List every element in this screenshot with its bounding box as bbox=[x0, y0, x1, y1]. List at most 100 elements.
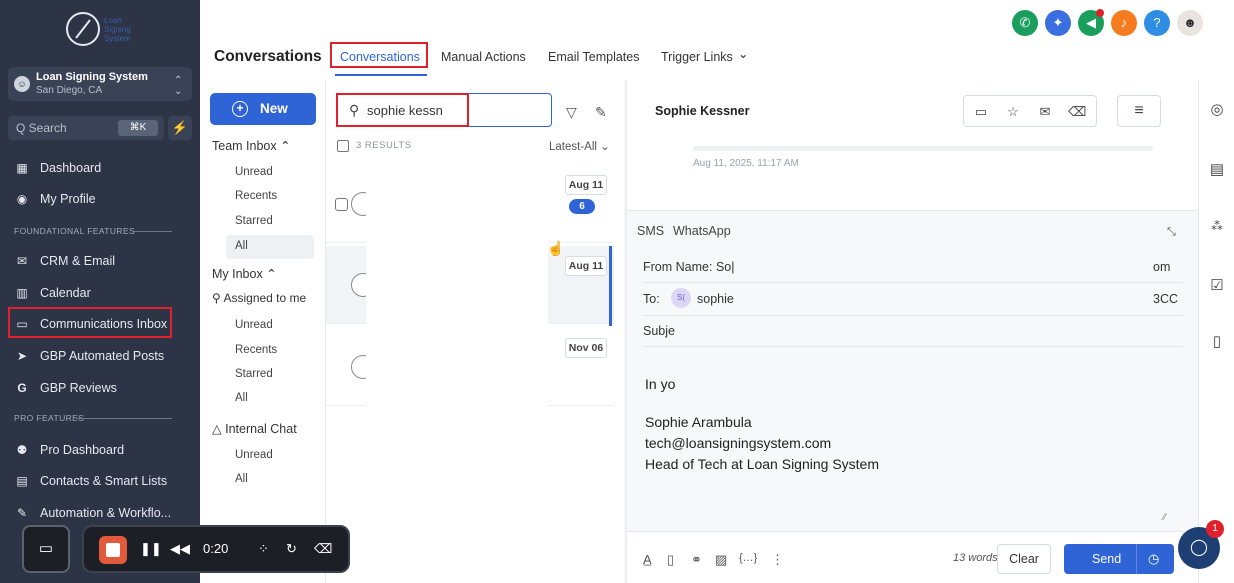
sidebar-item-gbp-reviews[interactable]: G GBP Reviews bbox=[8, 373, 192, 403]
team-unread[interactable]: Unread bbox=[235, 166, 273, 178]
trash-icon[interactable]: ⌫ bbox=[1068, 103, 1086, 121]
contact-name: Sophie Kessner bbox=[655, 104, 750, 118]
right-rail: ◎ ▤ ⁂ ☑ ▯ bbox=[1198, 80, 1234, 583]
sort-select[interactable]: Latest-All ⌄ bbox=[549, 139, 610, 153]
sidebar-item-automation[interactable]: ✎ Automation & Workflo... bbox=[8, 498, 192, 528]
bell-icon[interactable]: ♪ bbox=[1111, 10, 1137, 36]
phone-icon[interactable]: ✆ bbox=[1012, 10, 1038, 36]
inbox-nav: + New Team Inbox ⌃ Unread Recents Starre… bbox=[200, 80, 326, 583]
mail-icon[interactable]: ✉ bbox=[1036, 103, 1054, 121]
sidebar-item-label: Pro Dashboard bbox=[40, 443, 125, 457]
code-icon[interactable]: {…} bbox=[739, 552, 757, 564]
my-recents[interactable]: Recents bbox=[235, 344, 277, 356]
channel-sms[interactable]: SMS bbox=[637, 224, 664, 238]
channel-whatsapp[interactable]: WhatsApp bbox=[673, 224, 731, 238]
tab-manual-actions[interactable]: Manual Actions bbox=[441, 50, 526, 64]
my-inbox-header[interactable]: My Inbox ⌃ bbox=[212, 266, 277, 281]
internal-chat-label: Internal Chat bbox=[225, 422, 297, 436]
calendar-icon[interactable]: ▤ bbox=[1207, 160, 1227, 180]
compose-icon[interactable]: ✎ bbox=[595, 104, 607, 121]
sidebar-item-dashboard[interactable]: ▦ Dashboard bbox=[8, 153, 192, 183]
subject-field[interactable]: Subje bbox=[643, 324, 675, 338]
recipient-chip[interactable]: S( bbox=[671, 288, 691, 308]
hand-cursor-icon: ☝ bbox=[547, 240, 565, 256]
team-all[interactable]: All bbox=[235, 240, 248, 252]
clock-icon[interactable]: ◷ bbox=[1148, 551, 1159, 567]
collapse-icon[interactable]: ⤡ bbox=[1167, 226, 1176, 239]
new-conversation-button[interactable]: + New bbox=[210, 93, 316, 125]
resize-handle-icon[interactable]: ⁄⁄ bbox=[1163, 512, 1166, 522]
group-icon: ⚉ bbox=[16, 443, 28, 457]
file-icon[interactable]: ▯ bbox=[667, 552, 674, 568]
internal-chat-header[interactable]: △ Internal Chat bbox=[212, 421, 297, 436]
chevron-updown-icon: ⌃ ⌄ bbox=[174, 75, 183, 97]
tab-email-templates[interactable]: Email Templates bbox=[548, 50, 639, 64]
document-icon[interactable]: ▯ bbox=[1207, 332, 1227, 352]
text-format-icon[interactable]: A̲ bbox=[643, 552, 652, 567]
assigned-to-me[interactable]: ⚲ Assigned to me bbox=[212, 291, 306, 305]
star-icon[interactable]: ☆ bbox=[1004, 103, 1022, 121]
pencil-icon: ✎ bbox=[16, 506, 28, 520]
my-unread[interactable]: Unread bbox=[235, 319, 273, 331]
location-switcher[interactable]: ☺ Loan Signing System San Diego, CA ⌃ ⌄ bbox=[8, 67, 192, 101]
help-icon[interactable]: ? bbox=[1144, 10, 1170, 36]
network-icon[interactable]: ⁂ bbox=[1207, 216, 1227, 236]
user-avatar[interactable]: ☻ bbox=[1177, 10, 1203, 36]
camera-icon[interactable]: ▭ bbox=[22, 525, 70, 573]
rewind-icon[interactable]: ◀◀ bbox=[170, 541, 190, 557]
more-icon[interactable]: ⋮ bbox=[771, 552, 784, 568]
unread-badge: 6 bbox=[569, 199, 595, 214]
sidebar-item-label: Dashboard bbox=[40, 161, 102, 175]
my-all[interactable]: All bbox=[235, 392, 248, 404]
row-checkbox[interactable] bbox=[335, 198, 348, 211]
bcc-toggle[interactable]: 3CC bbox=[1153, 292, 1178, 306]
tab-trigger-links[interactable]: Trigger Links bbox=[661, 50, 733, 64]
link-icon[interactable]: ⚭ bbox=[691, 552, 702, 568]
sidebar-item-my-profile[interactable]: ◉ My Profile bbox=[8, 184, 192, 214]
sidebar-item-gbp-posts[interactable]: ➤ GBP Automated Posts bbox=[8, 341, 192, 371]
image-icon[interactable]: ▨ bbox=[715, 552, 727, 568]
team-recents[interactable]: Recents bbox=[235, 190, 277, 202]
sidebar-search[interactable]: Q Search ⌘K bbox=[8, 116, 164, 140]
chat-icon: ◯ bbox=[1190, 539, 1208, 556]
contact-icon[interactable]: ◎ bbox=[1207, 100, 1227, 120]
checkbox-icon[interactable]: ☑ bbox=[1207, 276, 1227, 296]
sidebar-item-crm-email[interactable]: ✉ CRM & Email bbox=[8, 246, 192, 276]
dots-grid-icon[interactable]: ⁘ bbox=[258, 541, 269, 557]
conversation-actions: ▭ ☆ ✉ ⌫ bbox=[963, 95, 1097, 127]
team-starred[interactable]: Starred bbox=[235, 215, 273, 227]
chat-unread[interactable]: Unread bbox=[235, 449, 273, 461]
sidebar-item-contacts[interactable]: ▤ Contacts & Smart Lists bbox=[8, 466, 192, 496]
brand-logo[interactable]: Loan Signing System bbox=[66, 12, 136, 48]
email-body[interactable]: In yo bbox=[645, 376, 675, 392]
highlight-box bbox=[336, 93, 469, 127]
quick-action-bolt-icon[interactable]: ⚡ bbox=[168, 116, 192, 140]
pause-icon[interactable]: ❚❚ bbox=[140, 541, 162, 557]
filter-icon[interactable]: ▽ bbox=[566, 104, 577, 121]
send-button[interactable]: Send ◷ bbox=[1064, 544, 1174, 574]
menu-lines-icon[interactable]: ≡ bbox=[1117, 95, 1161, 127]
contacts-icon: ▤ bbox=[16, 474, 28, 488]
from-field[interactable]: From Name: So| bbox=[643, 260, 734, 274]
rocket-icon[interactable]: ✦ bbox=[1045, 10, 1071, 36]
highlight-box bbox=[330, 42, 428, 68]
chat-all[interactable]: All bbox=[235, 473, 248, 485]
clear-button[interactable]: Clear bbox=[997, 544, 1051, 574]
composer-toolbar: A̲ ▯ ⚭ ▨ {…} ⋮ 13 words Clear Send ◷ bbox=[627, 531, 1199, 583]
notification-dot bbox=[1096, 9, 1104, 17]
selection-indicator bbox=[609, 246, 612, 326]
delete-icon[interactable]: ⌫ bbox=[314, 541, 332, 557]
restart-icon[interactable]: ↻ bbox=[286, 541, 297, 557]
stop-recording-button[interactable] bbox=[99, 536, 127, 564]
from-right: om bbox=[1153, 260, 1171, 274]
chevron-down-icon[interactable]: ⌄ bbox=[738, 46, 748, 61]
select-all-checkbox[interactable] bbox=[337, 140, 349, 152]
new-button-label: New bbox=[260, 101, 288, 116]
team-inbox-header[interactable]: Team Inbox ⌃ bbox=[212, 138, 291, 153]
sidebar-item-calendar[interactable]: ▥ Calendar bbox=[8, 278, 192, 308]
folder-icon[interactable]: ▭ bbox=[972, 103, 990, 121]
divider bbox=[643, 346, 1183, 347]
my-starred[interactable]: Starred bbox=[235, 368, 273, 380]
sidebar-item-pro-dashboard[interactable]: ⚉ Pro Dashboard bbox=[8, 435, 192, 465]
to-label: To: bbox=[643, 292, 660, 306]
